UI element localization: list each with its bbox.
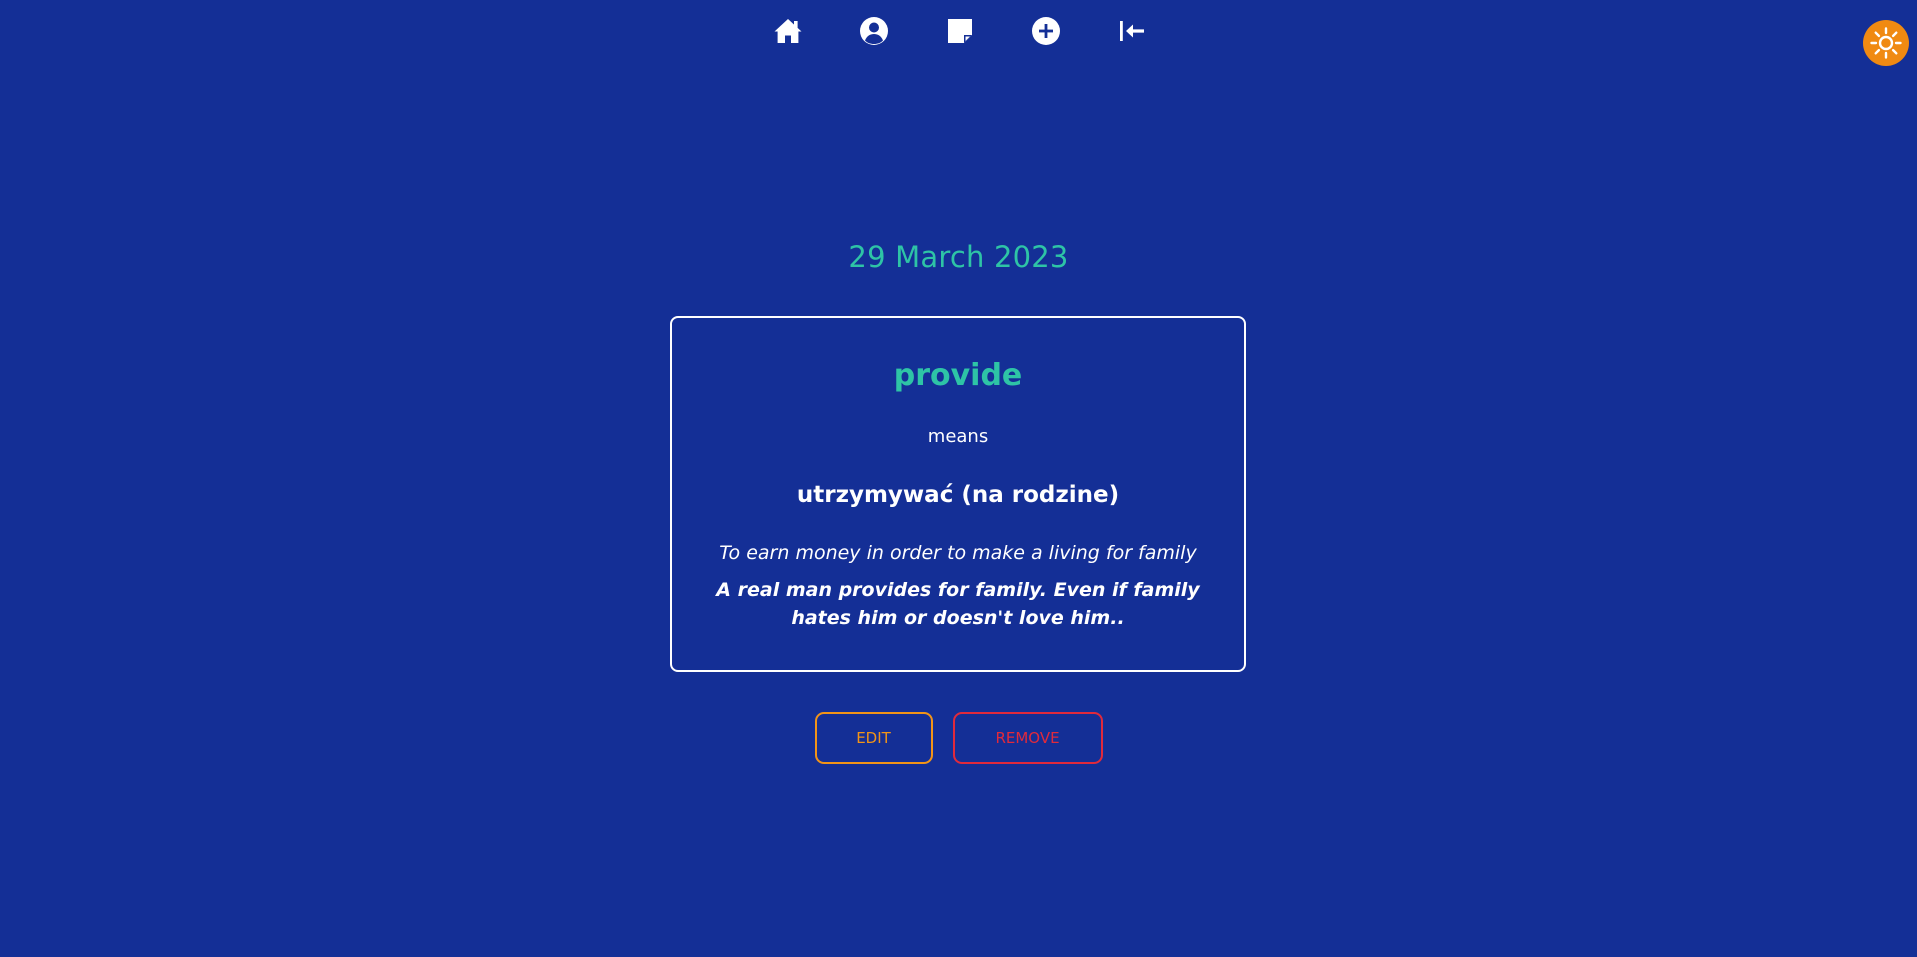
sun-icon <box>1870 27 1902 59</box>
card-actions: EDIT REMOVE <box>0 712 1917 764</box>
remove-button[interactable]: REMOVE <box>952 712 1103 764</box>
nav-logout[interactable] <box>1117 16 1147 46</box>
top-nav <box>0 16 1917 46</box>
nav-notes[interactable] <box>945 16 975 46</box>
means-label: means <box>927 426 989 447</box>
nav-profile[interactable] <box>859 16 889 46</box>
logout-icon <box>1120 21 1144 41</box>
home-icon <box>774 19 802 43</box>
word-translation: utrzymywać (na rodzine) <box>796 482 1120 508</box>
theme-toggle-button[interactable] <box>1863 20 1909 66</box>
edit-button[interactable]: EDIT <box>814 712 933 764</box>
word-detail-page: 29 March 2023 provide means utrzymywać (… <box>0 0 1917 957</box>
word-definition: To earn money in order to make a living … <box>719 542 1197 564</box>
note-icon <box>948 19 972 43</box>
word-example: A real man provides for family. Even if … <box>716 579 1200 629</box>
plus-circle-icon <box>1032 17 1060 45</box>
entry-date: 29 March 2023 <box>848 240 1069 274</box>
nav-home[interactable] <box>773 16 803 46</box>
word-card: provide means utrzymywać (na rodzine) To… <box>670 316 1246 672</box>
nav-add[interactable] <box>1031 16 1061 46</box>
user-icon <box>860 17 888 45</box>
word-title: provide <box>893 358 1023 393</box>
